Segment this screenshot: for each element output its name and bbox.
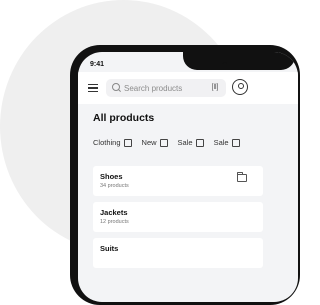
status-icons: ◠ <box>211 61 228 68</box>
folder-icon[interactable] <box>237 172 247 182</box>
account-icon[interactable] <box>232 79 248 95</box>
filter-label: Clothing <box>93 138 121 147</box>
filter-clothing[interactable]: Clothing <box>93 138 132 147</box>
search-icon <box>112 83 120 91</box>
checkbox[interactable] <box>231 138 240 147</box>
phone-screen: 9:41 ◠ [⦀] All products Clothing New <box>78 52 298 302</box>
checkbox[interactable] <box>123 138 132 147</box>
barcode-scan-icon[interactable]: [⦀] <box>210 83 220 93</box>
filter-label: Sale <box>213 138 229 147</box>
search-bar[interactable]: [⦀] <box>106 79 226 97</box>
status-time: 9:41 <box>90 61 105 68</box>
signal-icon <box>211 61 221 68</box>
filter-label: Sale <box>177 138 193 147</box>
filter-sale-2[interactable]: Sale <box>214 138 240 147</box>
filter-new[interactable]: New <box>142 138 168 147</box>
card-title: Jackets <box>100 208 128 217</box>
wifi-icon: ◠ <box>222 62 228 68</box>
product-card-shoes[interactable]: Shoes 34 products <box>93 166 263 196</box>
phone-notch <box>183 52 295 70</box>
filter-row: Clothing New Sale Sale <box>93 138 240 147</box>
search-input[interactable] <box>124 82 204 94</box>
app-header: [⦀] <box>78 72 298 104</box>
card-title: Shoes <box>100 172 123 181</box>
page-title: All products <box>93 112 155 124</box>
product-card-suits[interactable]: Suits <box>93 238 263 268</box>
checkbox[interactable] <box>195 138 204 147</box>
product-card-jackets[interactable]: Jackets 12 products <box>93 202 263 232</box>
filter-label: New <box>141 138 157 147</box>
checkbox[interactable] <box>159 138 168 147</box>
card-count: 12 products <box>100 219 129 225</box>
card-count: 34 products <box>100 183 129 189</box>
filter-sale[interactable]: Sale <box>178 138 204 147</box>
menu-icon[interactable] <box>88 84 98 92</box>
card-title: Suits <box>100 244 119 253</box>
